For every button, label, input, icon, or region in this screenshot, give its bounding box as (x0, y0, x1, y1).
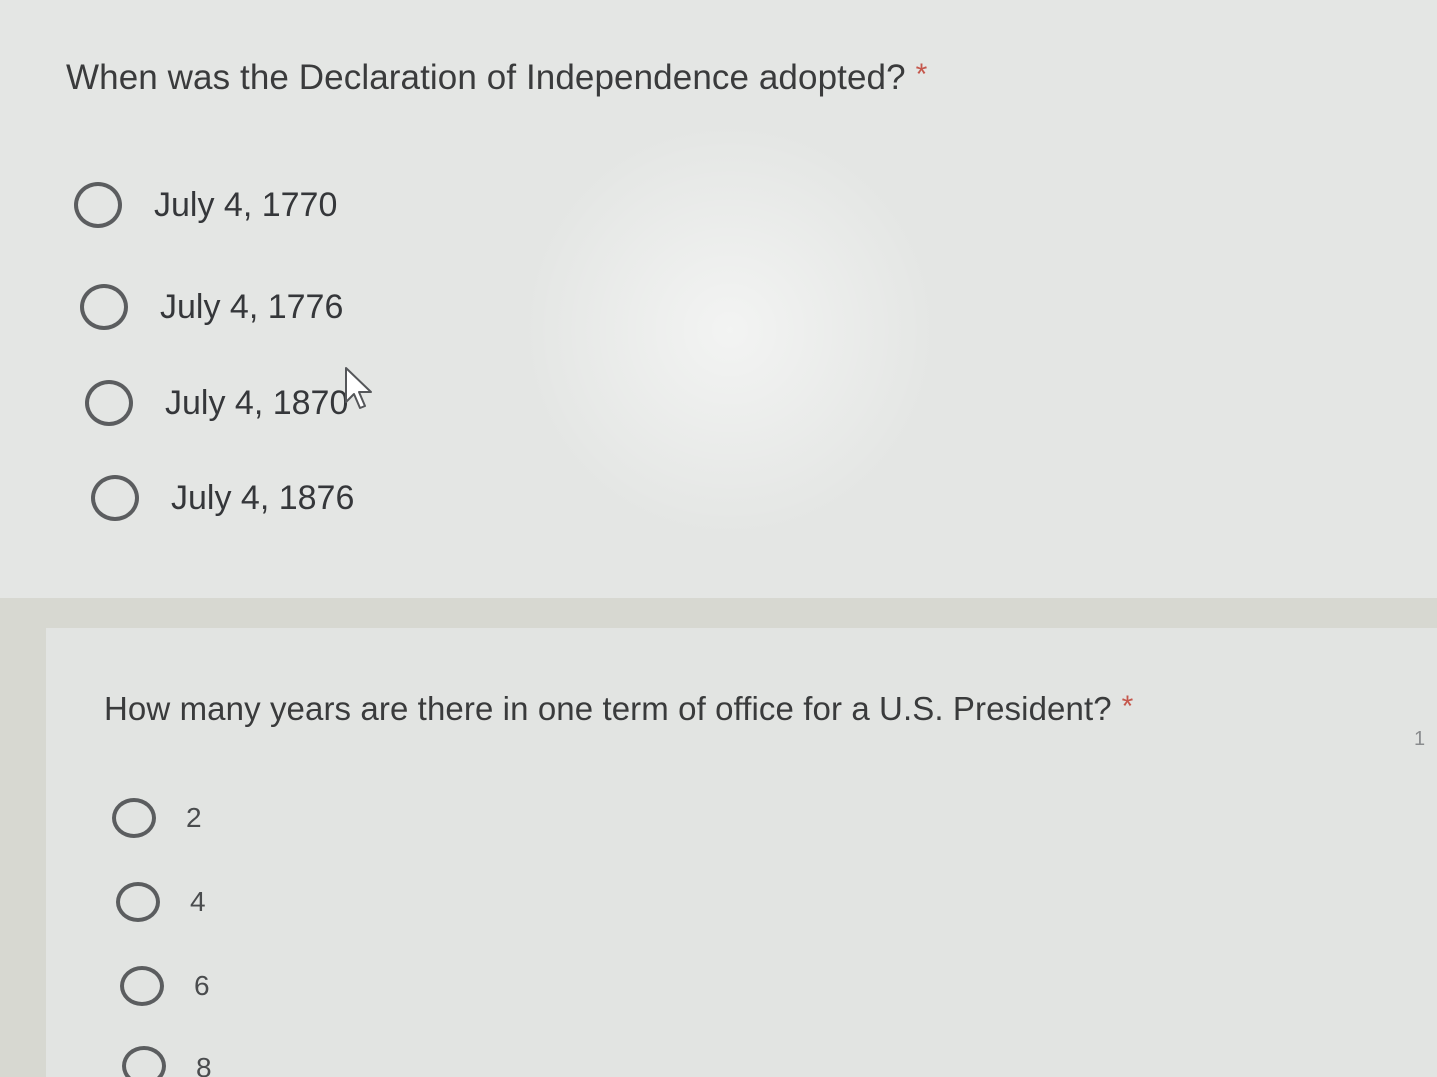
edge-mark: 1 (1414, 728, 1426, 750)
q2-option-3[interactable]: 6 (120, 966, 210, 1006)
option-label: July 4, 1876 (171, 478, 355, 517)
radio-button[interactable] (80, 284, 128, 330)
q1-option-3[interactable]: July 4, 1870 (85, 380, 348, 426)
option-label: July 4, 1776 (160, 287, 344, 326)
q1-option-1[interactable]: July 4, 1770 (74, 182, 337, 228)
q1-option-4[interactable]: July 4, 1876 (91, 475, 354, 521)
option-label: July 4, 1770 (154, 185, 338, 224)
q2-option-1[interactable]: 2 (112, 798, 202, 838)
q2-option-2[interactable]: 4 (116, 882, 206, 922)
option-label: 2 (186, 802, 202, 833)
option-label: July 4, 1870 (165, 383, 349, 422)
required-marker: * (1121, 690, 1134, 723)
option-label: 8 (196, 1052, 212, 1077)
question-2-text: How many years are there in one term of … (104, 690, 1112, 727)
radio-button[interactable] (74, 182, 122, 228)
question-1-text: When was the Declaration of Independence… (66, 58, 906, 97)
required-marker: * (915, 58, 928, 91)
question-1-title: When was the Declaration of Independence… (66, 58, 927, 98)
form-page: When was the Declaration of Independence… (0, 0, 1437, 1077)
radio-button[interactable] (91, 475, 139, 521)
q2-option-4[interactable]: 8 (122, 1046, 212, 1077)
option-label: 4 (190, 886, 206, 917)
radio-button[interactable] (120, 966, 164, 1006)
radio-button[interactable] (112, 798, 156, 838)
radio-button[interactable] (122, 1046, 166, 1077)
radio-button[interactable] (85, 380, 133, 426)
question-2-title: How many years are there in one term of … (104, 690, 1133, 728)
option-label: 6 (194, 970, 210, 1001)
mouse-pointer-icon (345, 367, 372, 409)
q1-option-2[interactable]: July 4, 1776 (80, 284, 343, 330)
radio-button[interactable] (116, 882, 160, 922)
screen-glare (520, 120, 940, 540)
